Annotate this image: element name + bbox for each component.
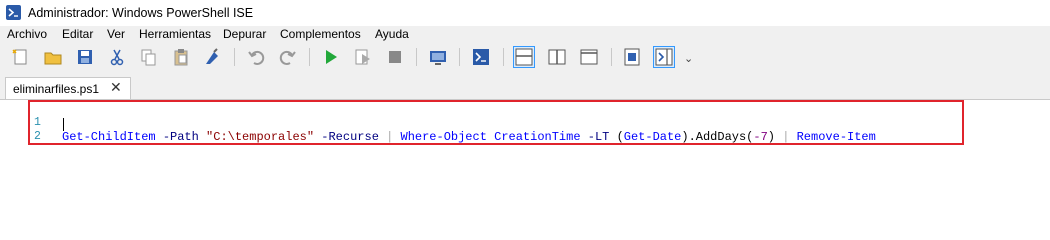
run-icon[interactable] [320, 46, 342, 68]
script-editor[interactable]: 1 Get-ChildItem -Path "C:\temporales" -R… [0, 99, 1050, 239]
toolbar-separator [309, 48, 310, 66]
new-icon[interactable] [9, 46, 31, 68]
menu-herramientas[interactable]: Herramientas [139, 27, 211, 41]
toolbar-separator [503, 48, 504, 66]
code-token: ( [616, 130, 624, 144]
cut-icon[interactable] [106, 46, 128, 68]
toolbar-separator [416, 48, 417, 66]
code-token: "C:\temporales" [206, 130, 315, 144]
menu-complementos[interactable]: Complementos [280, 27, 361, 41]
line-number: 2 [34, 130, 41, 143]
code-token: -7 [753, 130, 768, 144]
powershell-console-icon[interactable] [470, 46, 492, 68]
script-pane-top-icon[interactable] [513, 46, 535, 68]
copy-icon[interactable] [137, 46, 159, 68]
open-icon[interactable] [42, 46, 64, 68]
window-title: Administrador: Windows PowerShell ISE [28, 6, 254, 20]
show-command-addon-icon[interactable] [653, 46, 675, 68]
code-token: -Recurse [321, 130, 379, 144]
show-command-icon[interactable] [621, 46, 643, 68]
code-text[interactable]: Get-ChildItem -Path "C:\temporales" -Rec… [62, 130, 876, 144]
close-icon[interactable]: ✕ [110, 79, 122, 96]
tab-label: eliminarfiles.ps1 [13, 82, 100, 96]
code-token: Remove-Item [796, 130, 876, 144]
stop-icon[interactable] [384, 46, 406, 68]
redo-icon[interactable] [277, 46, 299, 68]
paste-icon[interactable] [170, 46, 192, 68]
code-token: Where-Object [400, 130, 487, 144]
code-token: CreationTime [494, 130, 581, 144]
code-token: ).AddDays( [681, 130, 754, 144]
tab-eliminarfiles[interactable]: eliminarfiles.ps1 ✕ [5, 77, 131, 99]
code-line-1: 1 Get-ChildItem -Path "C:\temporales" -R… [0, 102, 1050, 144]
menu-editar[interactable]: Editar [62, 27, 93, 41]
menu-ayuda[interactable]: Ayuda [375, 27, 409, 41]
menu-ver[interactable]: Ver [107, 27, 125, 41]
toolbar-overflow-icon[interactable]: ⌄ [684, 52, 693, 65]
powershell-icon [6, 5, 21, 20]
menu-depurar[interactable]: Depurar [223, 27, 266, 41]
toolbar-separator [611, 48, 612, 66]
text-caret [63, 118, 64, 131]
undo-icon[interactable] [245, 46, 267, 68]
toolbar-separator [459, 48, 460, 66]
script-pane-maximized-icon[interactable] [578, 46, 600, 68]
tab-strip: eliminarfiles.ps1 ✕ [0, 71, 1050, 99]
clear-console-icon[interactable] [201, 46, 223, 68]
code-token: Get-ChildItem [62, 130, 156, 144]
toolbar-separator [234, 48, 235, 66]
code-token: -LT [587, 130, 610, 144]
run-selection-icon[interactable] [352, 46, 374, 68]
code-token: Get-Date [623, 130, 682, 144]
toolbar: ⌄ [0, 44, 1050, 71]
menu-archivo[interactable]: Archivo [7, 27, 47, 41]
code-token: -Path [162, 130, 199, 144]
code-line-2: 2 [0, 116, 1050, 143]
title-bar: Administrador: Windows PowerShell ISE [0, 0, 1050, 26]
menu-bar: Archivo Editar Ver Herramientas Depurar … [0, 26, 1050, 44]
remote-powershell-icon[interactable] [427, 46, 449, 68]
code-token: ) [767, 130, 775, 144]
script-pane-right-icon[interactable] [546, 46, 568, 68]
save-icon[interactable] [74, 46, 96, 68]
